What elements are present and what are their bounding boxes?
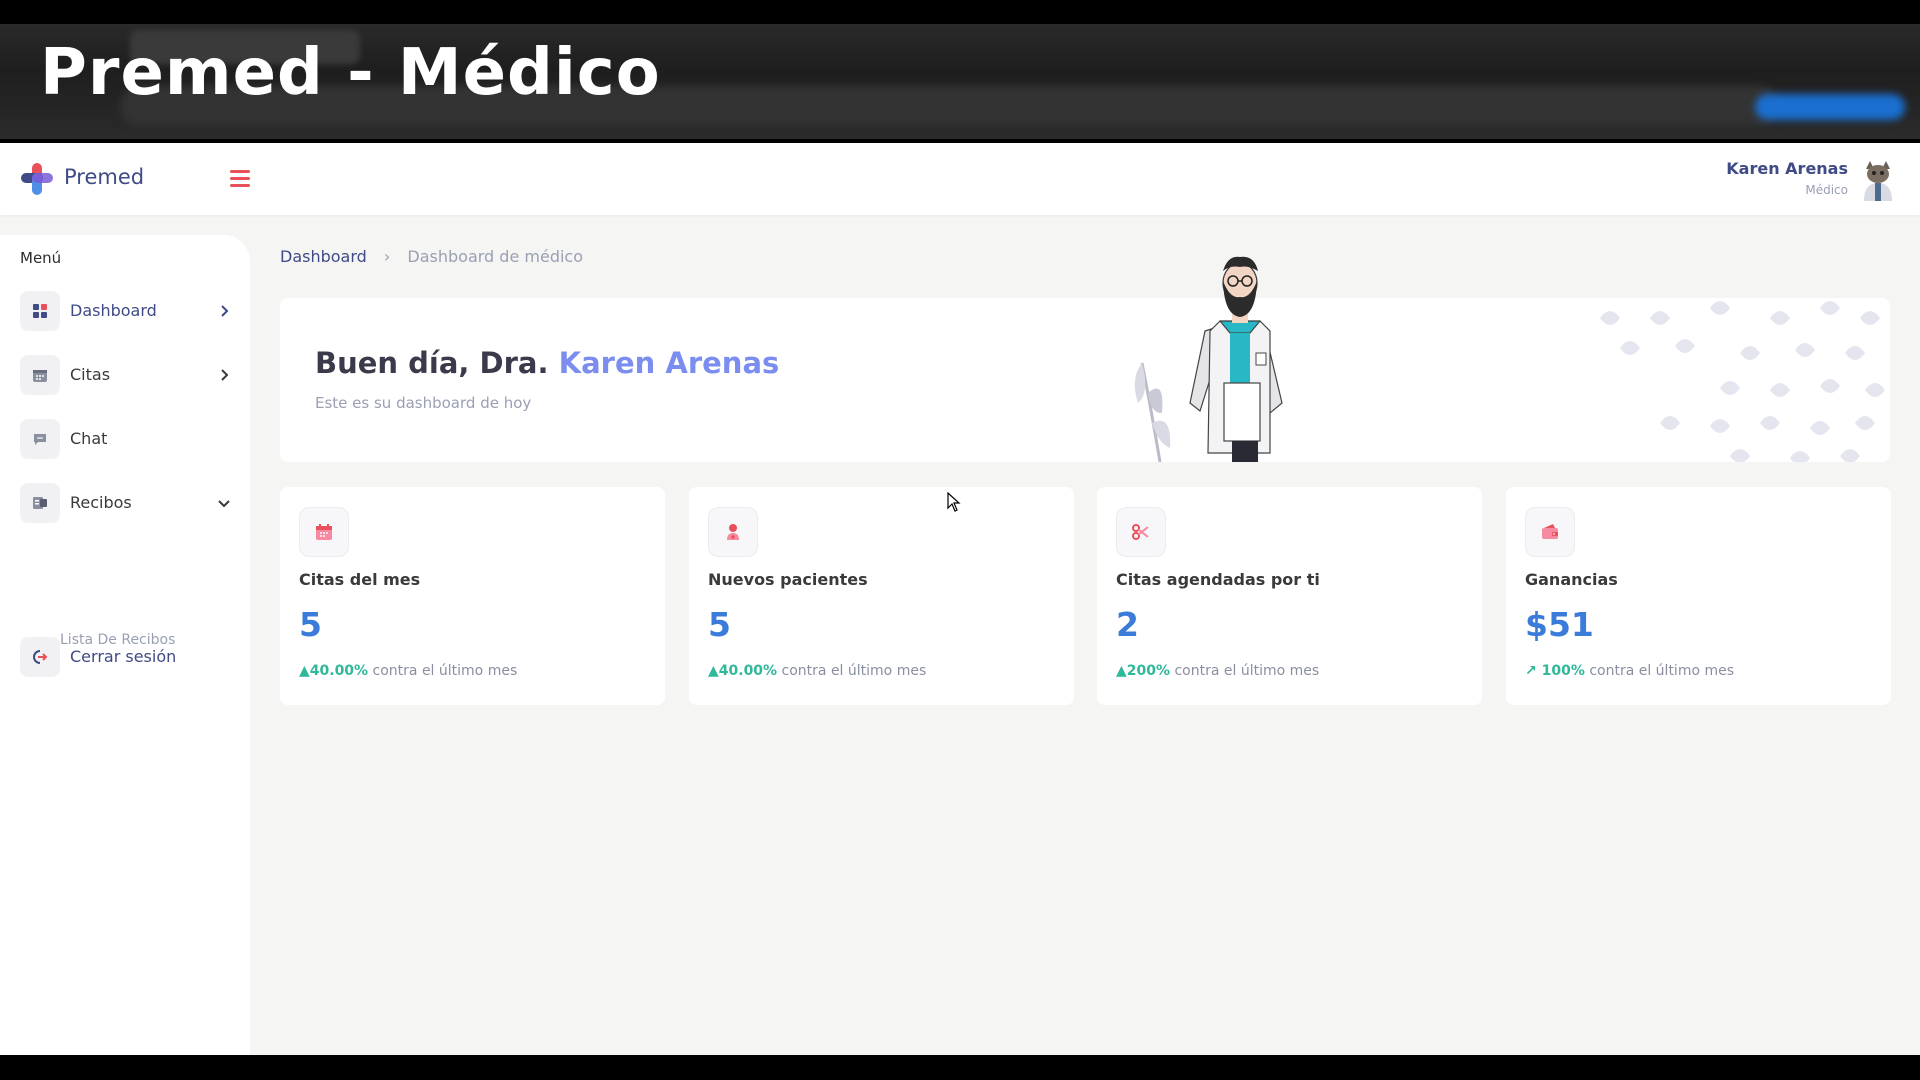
welcome-subtitle: Este es su dashboard de hoy [315,394,532,412]
menu-icon-bar [230,177,250,180]
logout-icon [20,637,60,677]
calendar-icon [20,355,60,395]
menu-title: Menú [20,249,62,267]
sidebar-item-citas[interactable]: Citas [20,355,232,395]
stat-change: ↗ 100% [1525,663,1585,679]
sidebar: Menú Dashboard Citas Chat Recibos Lista … [0,235,250,1055]
bottom-letterbox [0,1055,1920,1080]
breadcrumb-current: Dashboard de médico [407,247,583,266]
welcome-banner: Buen día, Dra. Karen Arenas Este es su d… [280,256,1890,462]
avatar[interactable] [1858,159,1898,201]
stat-footer: ▲200% contra el último mes [1116,663,1319,679]
stat-card-nuevos-pacientes: Nuevos pacientes 5 ▲40.00% contra el últ… [689,487,1074,705]
stat-suffix: contra el último mes [781,663,927,679]
premed-logo-icon[interactable] [20,162,54,196]
doctor-illustration [1134,256,1283,462]
wallet-icon [1525,507,1575,557]
sidebar-item-label: Dashboard [70,301,157,320]
mouse-cursor-icon [947,492,961,512]
menu-toggle-button[interactable] [230,167,250,189]
stat-title: Citas del mes [299,570,421,589]
stat-change: ▲40.00% [708,663,778,679]
stat-footer: ▲40.00% contra el último mes [708,663,926,679]
doctor-name: Karen Arenas [558,346,780,380]
greeting-text: Buen día, Dra. [315,346,549,380]
stat-footer: ▲40.00% contra el último mes [299,663,517,679]
chevron-down-icon [218,500,230,508]
sidebar-item-label: Chat [70,429,108,448]
logout-label: Cerrar sesión [70,647,177,666]
stat-suffix: contra el último mes [1174,663,1320,679]
stat-title: Citas agendadas por ti [1116,570,1320,589]
chat-icon [20,419,60,459]
breadcrumb-root[interactable]: Dashboard [280,247,367,266]
stat-value: 5 [299,605,322,644]
sidebar-item-label: Citas [70,365,111,384]
menu-icon-bar [230,184,250,187]
browser-action-button [1755,94,1905,120]
stat-card-ganancias: Ganancias $51 ↗ 100% contra el último me… [1506,487,1891,705]
stat-value: $51 [1525,605,1594,644]
sidebar-item-chat[interactable]: Chat [20,419,232,459]
sidebar-item-label: Recibos [70,493,132,512]
sidebar-item-recibos[interactable]: Recibos [20,483,232,523]
stat-title: Nuevos pacientes [708,570,868,589]
scissors-icon [1116,507,1166,557]
top-navbar: Premed Karen Arenas Médico [0,143,1920,215]
stat-card-citas-agendadas: Citas agendadas por ti 2 ▲200% contra el… [1097,487,1482,705]
stat-change: ▲40.00% [299,663,369,679]
chevron-right-icon [221,305,229,317]
chevron-right-icon [221,369,229,381]
stat-value: 2 [1116,605,1139,644]
stat-card-citas-mes: Citas del mes 5 ▲40.00% contra el último… [280,487,665,705]
stat-title: Ganancias [1525,570,1618,589]
sidebar-item-dashboard[interactable]: Dashboard [20,291,232,331]
calendar-icon [299,507,349,557]
dashboard-icon [20,291,60,331]
patient-add-icon [708,507,758,557]
user-name[interactable]: Karen Arenas [1726,159,1848,178]
decorative-pattern [1600,301,1885,462]
breadcrumb-separator-icon: › [383,247,391,266]
stat-footer: ↗ 100% contra el último mes [1525,663,1734,679]
stat-suffix: contra el último mes [372,663,518,679]
menu-icon-bar [230,170,250,173]
user-role: Médico [1805,183,1848,197]
video-title: Premed - Médico [40,36,661,110]
app-window: Premed Karen Arenas Médico Menú Dashboar… [0,143,1920,1055]
stat-suffix: contra el último mes [1589,663,1735,679]
breadcrumb: Dashboard › Dashboard de médico [280,247,583,266]
stat-change: ▲200% [1116,663,1171,679]
brand-name[interactable]: Premed [64,165,144,189]
logout-button[interactable]: Cerrar sesión [20,637,232,677]
welcome-title: Buen día, Dra. Karen Arenas [315,346,779,380]
stat-value: 5 [708,605,731,644]
video-title-band: Premed - Médico [0,0,1920,143]
receipt-icon [20,483,60,523]
